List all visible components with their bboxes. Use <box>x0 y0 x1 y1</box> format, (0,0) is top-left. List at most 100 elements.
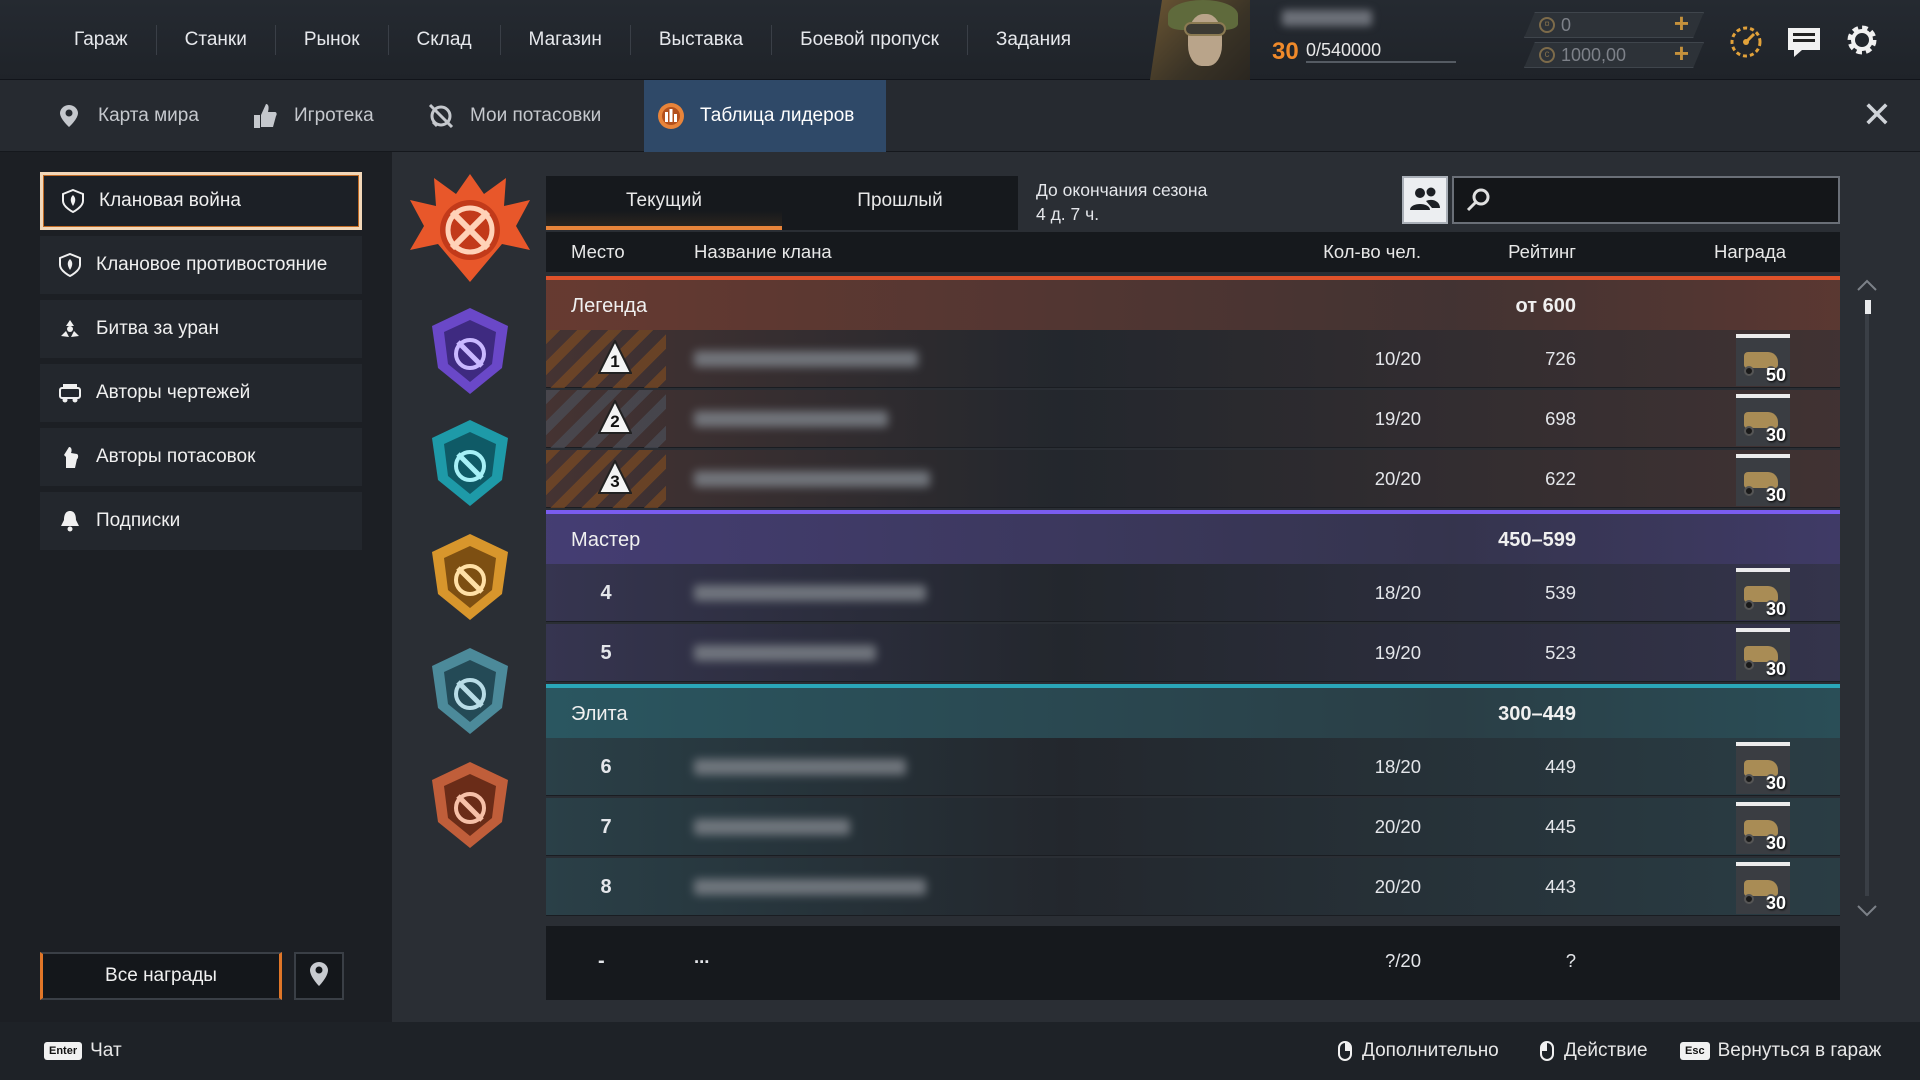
add-coins-button[interactable]: + <box>1674 42 1689 66</box>
table-row[interactable]: 2 19/20 698 30 <box>546 390 1840 448</box>
sidebar-item-brawl-authors[interactable]: Авторы потасовок <box>40 428 362 486</box>
tab-world-map[interactable]: Карта мира <box>54 80 199 152</box>
member-count: 10/20 <box>1374 348 1421 369</box>
nav-exhibition[interactable]: Выставка <box>631 25 773 55</box>
nav-market[interactable]: Рынок <box>276 25 389 55</box>
sidebar-item-clan-confrontation[interactable]: Клановое противостояние <box>40 236 362 294</box>
reward-item[interactable]: 30 <box>1736 862 1790 914</box>
rating-value: 622 <box>1545 468 1576 489</box>
nav-battle-pass[interactable]: Боевой пропуск <box>772 25 968 55</box>
search-icon <box>1464 186 1492 219</box>
place-number: 7 <box>600 816 612 838</box>
back-to-garage-hint[interactable]: Esc Вернуться в гараж <box>1680 1040 1881 1062</box>
col-members: Кол-во чел. <box>1323 241 1421 262</box>
member-count: 19/20 <box>1374 642 1421 663</box>
wheel-icon <box>1744 894 1754 904</box>
player-name-blurred <box>1282 10 1372 26</box>
col-place: Место <box>571 241 625 262</box>
coins-balance: c 1000,00 + <box>1524 42 1704 68</box>
member-count: 18/20 <box>1374 582 1421 603</box>
action-hint[interactable]: Действие <box>1540 1040 1648 1062</box>
sidebar-item-subscriptions[interactable]: Подписки <box>40 492 362 550</box>
tab-playroom[interactable]: Игротека <box>250 80 374 152</box>
player-profile[interactable]: 30 0/540000 <box>1150 0 1456 80</box>
sidebar-item-label: Клановая война <box>99 190 241 211</box>
brawl-icon <box>426 101 456 131</box>
reward-item[interactable]: 30 <box>1736 742 1790 794</box>
tab-playroom-label: Игротека <box>294 105 374 126</box>
more-hint[interactable]: Дополнительно <box>1338 1040 1499 1062</box>
sidebar-item-blueprint-authors[interactable]: Авторы чертежей <box>40 364 362 422</box>
league-master-icon[interactable] <box>420 302 520 402</box>
speedometer-icon[interactable] <box>1726 20 1766 60</box>
league-bronze-icon[interactable] <box>420 756 520 856</box>
table-row[interactable]: 8 20/20 443 30 <box>546 858 1840 916</box>
scrollbar[interactable] <box>1865 300 1869 896</box>
xp-bar <box>1306 61 1456 63</box>
nav-garage[interactable]: Гараж <box>46 25 157 55</box>
table-row[interactable]: 1 10/20 726 50 <box>546 330 1840 388</box>
nav-storage[interactable]: Склад <box>389 25 501 55</box>
chat-hint[interactable]: Enter Чат <box>44 1040 122 1062</box>
add-gold-button[interactable]: + <box>1674 12 1689 36</box>
reward-item[interactable]: 30 <box>1736 628 1790 680</box>
league-elite-icon[interactable] <box>420 414 520 514</box>
sub-tabs-bar: Карта мира Игротека Мои потасовки Таблиц… <box>0 80 1920 152</box>
table-row[interactable]: 5 19/20 523 30 <box>546 624 1840 682</box>
reward-item[interactable]: 30 <box>1736 394 1790 446</box>
member-count: 20/20 <box>1374 876 1421 897</box>
leaderboard-categories: Клановая война Клановое противостояние Б… <box>40 172 362 556</box>
tab-past[interactable]: Прошлый <box>782 176 1018 230</box>
news-icon[interactable] <box>1784 20 1824 60</box>
reward-item[interactable]: 50 <box>1736 334 1790 386</box>
league-group-name: Легенда <box>571 295 648 317</box>
place-number: 5 <box>600 642 612 664</box>
player-level: 30 <box>1272 38 1299 65</box>
tab-current[interactable]: Текущий <box>546 176 782 230</box>
own-place: - <box>598 950 605 972</box>
top-bar: Гараж Станки Рынок Склад Магазин Выставк… <box>0 0 1920 80</box>
season-countdown-value: 4 д. 7 ч. <box>1036 204 1100 224</box>
close-icon[interactable]: ✕ <box>1862 97 1892 133</box>
bell-icon <box>58 509 82 533</box>
reward-item[interactable]: 30 <box>1736 454 1790 506</box>
chat-label: Чат <box>90 1040 122 1061</box>
friends-filter-button[interactable] <box>1402 176 1448 224</box>
reward-item[interactable]: 30 <box>1736 802 1790 854</box>
own-clan-row[interactable]: - ... ?/20 ? <box>546 926 1840 1000</box>
scroll-down-button[interactable] <box>1856 904 1878 918</box>
brawl-authors-icon <box>58 445 82 469</box>
tab-my-brawls[interactable]: Мои потасовки <box>426 80 601 152</box>
search-input[interactable] <box>1452 176 1840 224</box>
gold-icon: ¤ <box>1539 17 1555 33</box>
settings-gear-icon[interactable] <box>1842 20 1882 60</box>
nav-workbenches[interactable]: Станки <box>157 25 276 55</box>
clan-name-blurred <box>694 585 926 601</box>
back-to-garage-label: Вернуться в гараж <box>1717 1040 1882 1061</box>
table-row[interactable]: 7 20/20 445 30 <box>546 798 1840 856</box>
nav-tasks[interactable]: Задания <box>968 25 1099 55</box>
table-row[interactable]: 3 20/20 622 30 <box>546 450 1840 508</box>
reward-item[interactable]: 30 <box>1736 568 1790 620</box>
nav-shop[interactable]: Магазин <box>501 25 631 55</box>
league-legend-icon[interactable] <box>406 170 534 286</box>
player-xp: 0/540000 <box>1306 40 1382 60</box>
scrollbar-thumb[interactable] <box>1865 300 1871 314</box>
league-gold-icon[interactable] <box>420 528 520 628</box>
place-number: 8 <box>600 876 612 898</box>
table-row[interactable]: 6 18/20 449 30 <box>546 738 1840 796</box>
more-label: Дополнительно <box>1362 1040 1499 1061</box>
sidebar-item-clan-war[interactable]: Клановая война <box>40 172 362 230</box>
table-row[interactable]: 4 18/20 539 30 <box>546 564 1840 622</box>
mouse-right-icon <box>1338 1040 1352 1061</box>
all-rewards-button[interactable]: Все награды <box>40 952 282 1000</box>
tab-leaderboard[interactable]: Таблица лидеров <box>644 80 887 152</box>
footer-hints: Enter Чат Дополнительно Действие Esc Верну… <box>0 1022 1920 1080</box>
scroll-up-button[interactable] <box>1856 278 1878 292</box>
sidebar-item-uranium-battle[interactable]: Битва за уран <box>40 300 362 358</box>
clan-war-icon <box>61 189 85 213</box>
place-number: 2 <box>610 412 620 431</box>
league-silver-icon[interactable] <box>420 642 520 742</box>
sidebar-item-label: Битва за уран <box>96 318 219 339</box>
location-button[interactable] <box>294 952 344 1000</box>
